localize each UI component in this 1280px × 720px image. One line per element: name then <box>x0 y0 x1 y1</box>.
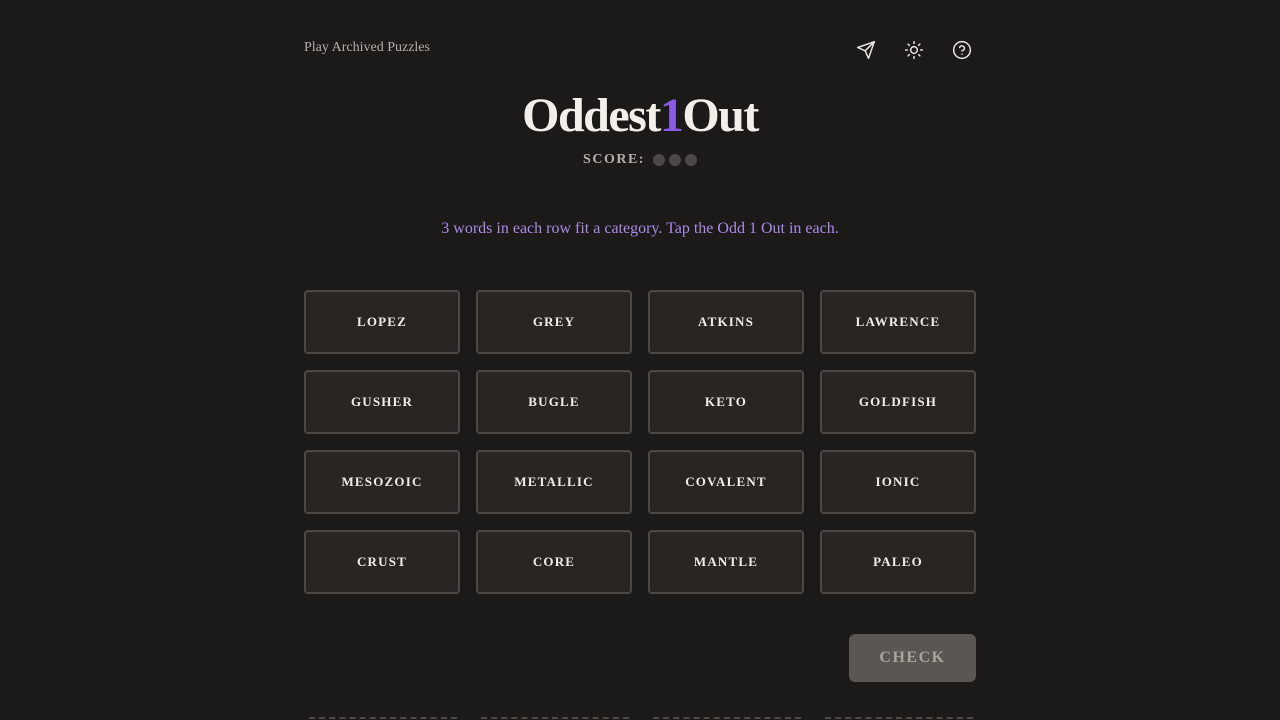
title-accent: 1 <box>659 89 684 142</box>
share-button[interactable] <box>852 36 880 64</box>
answer-slot <box>481 717 629 719</box>
word-tile[interactable]: COVALENT <box>648 450 804 514</box>
answer-slot <box>653 717 801 719</box>
word-tile[interactable]: LOPEZ <box>304 290 460 354</box>
help-button[interactable] <box>948 36 976 64</box>
answer-slot <box>825 717 973 719</box>
score-dots <box>652 154 697 166</box>
word-tile[interactable]: IONIC <box>820 450 976 514</box>
theme-toggle-button[interactable] <box>900 36 928 64</box>
score-dot <box>652 154 665 166</box>
word-tile[interactable]: GOLDFISH <box>820 370 976 434</box>
score-label: SCORE: <box>583 152 645 167</box>
instructions: 3 words in each row fit a category. Tap … <box>441 220 839 237</box>
word-tile[interactable]: CORE <box>476 530 632 594</box>
help-icon <box>952 40 972 60</box>
send-icon <box>856 40 876 60</box>
word-grid: LOPEZ GREY ATKINS LAWRENCE GUSHER BUGLE … <box>304 290 976 594</box>
sun-icon <box>904 40 924 60</box>
score-dot <box>668 154 681 166</box>
title-part-2: Out <box>682 89 759 142</box>
title-part-1: Oddest <box>522 89 661 142</box>
score-dot <box>684 154 697 166</box>
page: Play Archived Puzzles Oddest1Out SCORE: … <box>0 0 1280 720</box>
answer-slots <box>309 717 973 719</box>
check-button[interactable]: CHECK <box>849 634 976 682</box>
word-tile[interactable]: MANTLE <box>648 530 804 594</box>
word-tile[interactable]: ATKINS <box>648 290 804 354</box>
word-tile[interactable]: PALEO <box>820 530 976 594</box>
answer-slot <box>309 717 457 719</box>
score: SCORE: <box>0 152 1280 168</box>
word-tile[interactable]: KETO <box>648 370 804 434</box>
word-tile[interactable]: GREY <box>476 290 632 354</box>
word-tile[interactable]: METALLIC <box>476 450 632 514</box>
top-bar: Play Archived Puzzles <box>304 36 976 64</box>
archived-puzzles-link[interactable]: Play Archived Puzzles <box>304 40 430 56</box>
word-tile[interactable]: LAWRENCE <box>820 290 976 354</box>
top-icons <box>852 36 976 64</box>
word-tile[interactable]: GUSHER <box>304 370 460 434</box>
word-tile[interactable]: CRUST <box>304 530 460 594</box>
word-tile[interactable]: BUGLE <box>476 370 632 434</box>
word-tile[interactable]: MESOZOIC <box>304 450 460 514</box>
game-title: Oddest1Out <box>0 86 1280 146</box>
